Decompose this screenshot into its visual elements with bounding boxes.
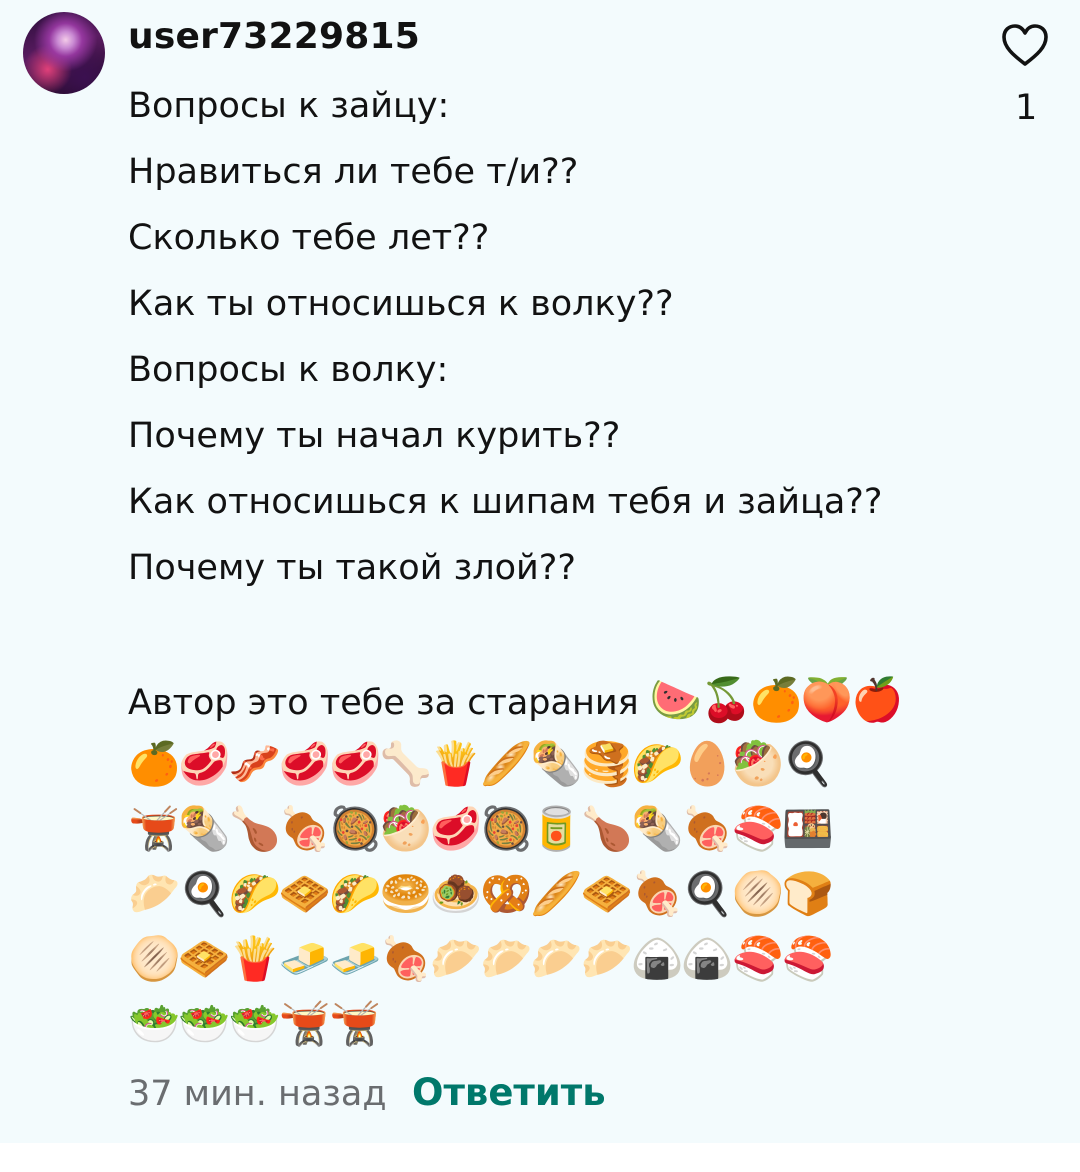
- comment-line: Как ты относишься к волку??: [128, 284, 674, 324]
- comment-line-blank: [128, 612, 948, 678]
- comment-line: Сколько тебе лет??: [128, 218, 490, 258]
- comment-line: Автор это тебе за старания 🍉🍒🍊🍑🍎: [128, 678, 948, 744]
- comment-line-text: Автор это тебе за старания: [128, 683, 639, 723]
- heart-icon[interactable]: [1000, 22, 1050, 68]
- comment-line: Как относишься к шипам тебя и зайца??: [128, 482, 883, 522]
- like-count: 1: [1015, 88, 1038, 128]
- emoji-sequence: 🥟🍳🌮🧇🌮🥯🧆🥨🥖🧇🍖🍳🫓🍞: [128, 869, 834, 918]
- timestamp: 37 мин. назад: [128, 1074, 387, 1114]
- comment-card: user73229815 Вопросы к зайцу: Нравиться …: [0, 0, 1080, 1143]
- avatar[interactable]: [23, 12, 105, 94]
- comment-body: Вопросы к зайцу: Нравиться ли тебе т/и??…: [128, 84, 948, 744]
- emoji-sequence: 🍉🍒🍊🍑🍎: [649, 675, 903, 724]
- emoji-sequence: 🫕🌯🍗🍖🥘🥙🥩🥘🥫🍗🌯🍖🍣🍱: [128, 804, 834, 853]
- username[interactable]: user73229815: [128, 16, 420, 57]
- comment-line: Почему ты начал курить??: [128, 416, 621, 456]
- comment-line: Почему ты такой злой??: [128, 548, 576, 588]
- reply-button[interactable]: Ответить: [412, 1071, 606, 1114]
- emoji-sequence: 🫓🧇🍟🧈🧈🍖🥟🥟🥟🥟🍙🍙🍣🍣: [128, 934, 834, 983]
- emoji-sequence: 🍊🥩🥓🥩🥩🦴🍟🥖🌯🥞🌮🥚🥙🍳: [128, 739, 834, 788]
- comment-line: Вопросы к зайцу:: [128, 86, 450, 126]
- emoji-sequence: 🥗🥗🥗🫕🫕: [128, 999, 381, 1048]
- comment-line: Вопросы к волку:: [128, 350, 449, 390]
- comment-line: Нравиться ли тебе т/и??: [128, 152, 579, 192]
